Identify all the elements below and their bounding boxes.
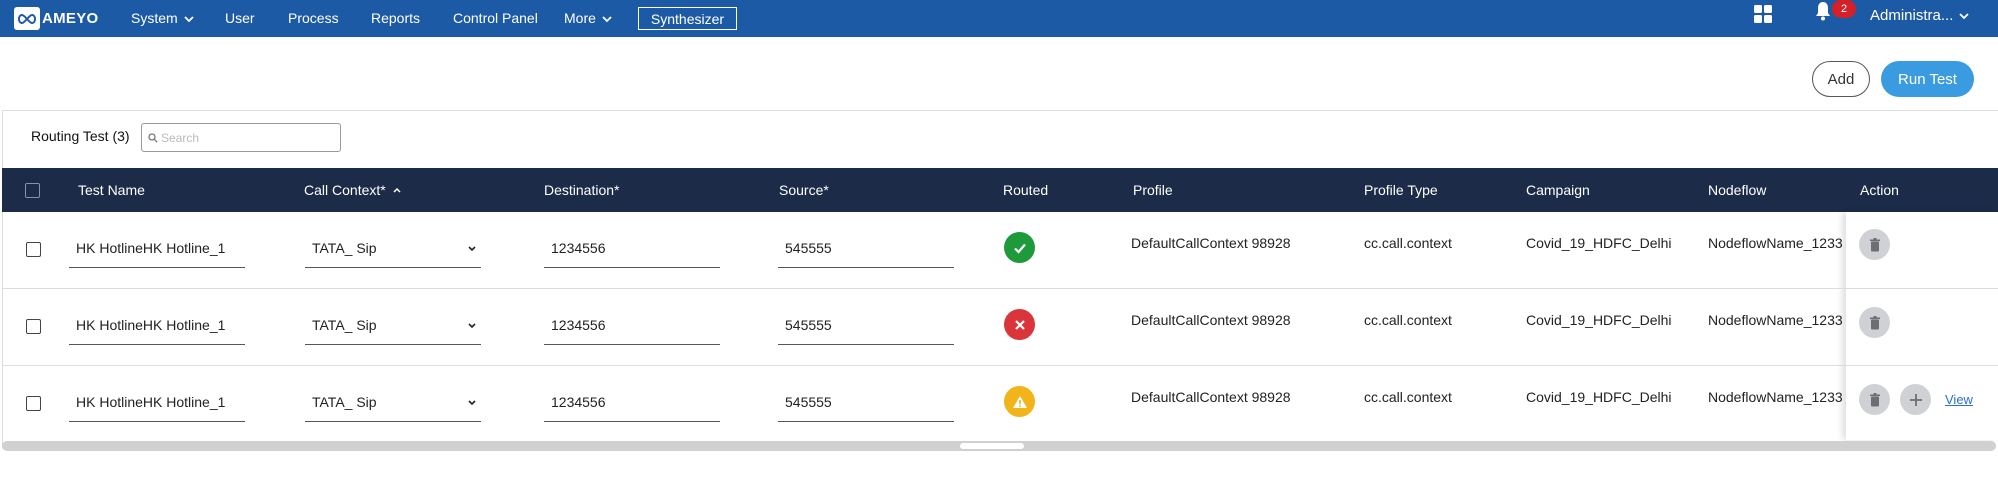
search-icon (148, 132, 158, 143)
run-test-button[interactable]: Run Test (1881, 61, 1974, 97)
nodeflow-cell: NodeflowName_1233 (1708, 235, 1843, 251)
plus-icon (1909, 393, 1922, 406)
campaign-cell: Covid_19_HDFC_Delhi (1526, 312, 1672, 328)
column-header-profile-type[interactable]: Profile Type (1364, 168, 1438, 212)
profile-cell: DefaultCallContext 98928 (1131, 389, 1291, 405)
destination-field[interactable]: 1234556 (544, 305, 720, 345)
top-nav-bar: AMEYO System User Process Reports Contro… (0, 0, 1998, 37)
delete-button[interactable] (1859, 307, 1890, 338)
column-header-test-name[interactable]: Test Name (78, 168, 145, 212)
campaign-cell: Covid_19_HDFC_Delhi (1526, 389, 1672, 405)
call-context-select[interactable]: TATA_ Sip (305, 228, 481, 268)
trash-icon (1869, 392, 1880, 406)
column-header-nodeflow[interactable]: Nodeflow (1708, 168, 1766, 212)
routed-success-icon (1004, 232, 1035, 263)
test-name-field[interactable]: HK HotlineHK Hotline_1 (69, 305, 245, 345)
synthesizer-button[interactable]: Synthesizer (638, 7, 737, 30)
chevron-down-icon (1959, 13, 1969, 20)
nav-item-user[interactable]: User (225, 0, 255, 37)
view-link[interactable]: View (1945, 392, 1973, 407)
call-context-value: TATA_ Sip (312, 317, 377, 333)
add-button[interactable]: Add (1812, 61, 1870, 97)
row-checkbox[interactable] (26, 242, 41, 257)
apps-grid-icon[interactable] (1754, 5, 1772, 23)
call-context-select[interactable]: TATA_ Sip (305, 305, 481, 345)
column-header-action: Action (1860, 182, 1899, 198)
add-row-button[interactable] (1900, 384, 1931, 415)
source-field[interactable]: 545555 (778, 382, 954, 422)
column-header-destination[interactable]: Destination* (544, 168, 620, 212)
chevron-down-icon (468, 323, 476, 329)
select-all-checkbox[interactable] (25, 183, 40, 198)
delete-button[interactable] (1859, 384, 1890, 415)
nav-item-more[interactable]: More (564, 0, 613, 37)
profile-type-cell: cc.call.context (1364, 389, 1452, 405)
column-header-call-context[interactable]: Call Context* (304, 168, 402, 212)
routed-failed-icon (1004, 309, 1035, 340)
profile-type-cell: cc.call.context (1364, 235, 1452, 251)
nav-item-reports[interactable]: Reports (371, 0, 420, 37)
chevron-down-icon (602, 15, 612, 22)
chevron-down-icon (468, 246, 476, 252)
chevron-down-icon (468, 400, 476, 406)
nav-item-label: User (225, 10, 255, 26)
row-checkbox[interactable] (26, 319, 41, 334)
nav-item-label: Process (288, 10, 339, 26)
nav-item-control-panel[interactable]: Control Panel (453, 0, 538, 37)
trash-icon (1869, 315, 1880, 329)
source-field[interactable]: 545555 (778, 305, 954, 345)
trash-icon (1869, 237, 1880, 251)
table-row: HK HotlineHK Hotline_1 TATA_ Sip 1234556… (2, 212, 1998, 289)
column-header-label: Call Context* (304, 182, 386, 198)
search-input[interactable] (161, 130, 331, 145)
call-context-select[interactable]: TATA_ Sip (305, 382, 481, 422)
profile-cell: DefaultCallContext 98928 (1131, 235, 1291, 251)
scrollbar-thumb[interactable] (960, 443, 1024, 449)
user-menu[interactable]: Administra... (1870, 0, 1970, 32)
routed-warning-icon (1004, 386, 1035, 417)
column-header-profile[interactable]: Profile (1133, 168, 1173, 212)
test-name-field[interactable]: HK HotlineHK Hotline_1 (69, 228, 245, 268)
ameyo-logo[interactable]: AMEYO (14, 7, 99, 30)
user-name: Administra... (1870, 7, 1954, 24)
notification-bell-icon[interactable] (1815, 0, 1831, 22)
campaign-cell: Covid_19_HDFC_Delhi (1526, 235, 1672, 251)
nav-item-system[interactable]: System (131, 0, 195, 37)
call-context-value: TATA_ Sip (312, 394, 377, 410)
nodeflow-cell: NodeflowName_1233 (1708, 389, 1843, 405)
destination-field[interactable]: 1234556 (544, 228, 720, 268)
table-row: HK HotlineHK Hotline_1 TATA_ Sip 1234556… (2, 366, 1998, 443)
sort-ascending-icon[interactable] (392, 185, 402, 195)
profile-type-cell: cc.call.context (1364, 312, 1452, 328)
search-field[interactable] (141, 123, 341, 152)
table-header: Test Name Call Context* Destination* Sou… (2, 168, 1998, 212)
nav-item-label: Control Panel (453, 10, 538, 26)
nav-item-label: System (131, 10, 178, 26)
logo-infinity-icon (14, 7, 40, 30)
row-checkbox[interactable] (26, 396, 41, 411)
nav-item-label: More (564, 10, 596, 26)
logo-text: AMEYO (42, 10, 99, 27)
delete-button[interactable] (1859, 229, 1890, 260)
column-header-routed[interactable]: Routed (1003, 168, 1048, 212)
chevron-down-icon (184, 15, 194, 22)
table-title: Routing Test (3) (31, 128, 130, 144)
test-name-field[interactable]: HK HotlineHK Hotline_1 (69, 382, 245, 422)
nav-item-label: Reports (371, 10, 421, 26)
source-field[interactable]: 545555 (778, 228, 954, 268)
destination-field[interactable]: 1234556 (544, 382, 720, 422)
call-context-value: TATA_ Sip (312, 240, 377, 256)
profile-cell: DefaultCallContext 98928 (1131, 312, 1291, 328)
table-row: HK HotlineHK Hotline_1 TATA_ Sip 1234556… (2, 289, 1998, 366)
nav-item-process[interactable]: Process (288, 0, 339, 37)
nodeflow-cell: NodeflowName_1233 (1708, 312, 1843, 328)
column-header-source[interactable]: Source* (779, 168, 829, 212)
column-header-campaign[interactable]: Campaign (1526, 168, 1590, 212)
notification-count-badge: 2 (1832, 0, 1856, 18)
